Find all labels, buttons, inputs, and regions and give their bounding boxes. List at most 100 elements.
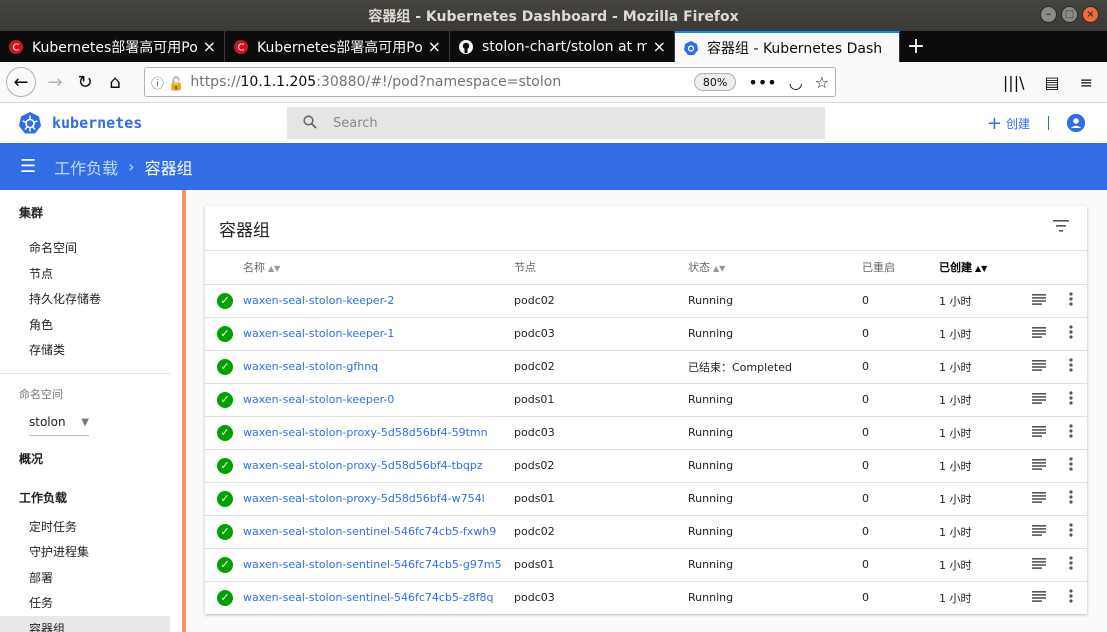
forward-button[interactable]: → xyxy=(40,67,70,97)
sidebar-item-overview[interactable]: 概况 xyxy=(0,450,182,467)
close-tab-icon[interactable]: × xyxy=(203,37,216,56)
pod-name-link[interactable]: waxen-seal-stolon-gfhnq xyxy=(243,360,378,373)
pod-name-link[interactable]: waxen-seal-stolon-sentinel-546fc74cb5-fx… xyxy=(243,525,496,538)
sidebar-item-jobs[interactable]: 任务 xyxy=(0,590,182,616)
library-icon[interactable]: |||\ xyxy=(1003,73,1025,92)
sidebar-item-namespaces[interactable]: 命名空间 xyxy=(0,235,182,261)
new-tab-button[interactable]: + xyxy=(900,31,932,62)
close-window-button[interactable]: × xyxy=(1082,6,1099,23)
back-button[interactable]: ← xyxy=(6,67,36,97)
more-vert-icon[interactable] xyxy=(1055,482,1087,516)
url-text[interactable]: https://10.1.1.205:30880/#!/pod?namespac… xyxy=(190,74,694,90)
pod-node: podc02 xyxy=(514,515,688,549)
column-header-status[interactable]: 状态 ▲▼ xyxy=(688,251,862,285)
more-vert-icon[interactable] xyxy=(1055,515,1087,549)
table-row: ✓ waxen-seal-stolon-sentinel-546fc74cb5-… xyxy=(205,581,1087,614)
browser-tab-2[interactable]: C Kubernetes部署高可用Po × xyxy=(225,31,450,62)
browser-tab-1[interactable]: C Kubernetes部署高可用Po × xyxy=(0,31,225,62)
card-header: 容器组 xyxy=(205,206,1087,251)
pod-age: 1 小时 xyxy=(939,383,1023,417)
minimize-button[interactable]: – xyxy=(1040,6,1057,23)
search-placeholder: Search xyxy=(333,115,378,131)
pod-name-link[interactable]: waxen-seal-stolon-sentinel-546fc74cb5-z8… xyxy=(243,591,494,604)
sidebar-item-roles[interactable]: 角色 xyxy=(0,312,182,338)
sidebar-item-deployments[interactable]: 部署 xyxy=(0,565,182,591)
more-vert-icon[interactable] xyxy=(1055,317,1087,351)
more-vert-icon[interactable] xyxy=(1055,416,1087,450)
page-actions-icon[interactable]: ••• xyxy=(748,73,776,92)
pods-card: 容器组 名称 ▲▼ 节点 状态 ▲▼ 已重启 已创建 ▲▼ ✓ waxen-se… xyxy=(205,206,1087,614)
more-vert-icon[interactable] xyxy=(1055,284,1087,318)
close-tab-icon[interactable]: × xyxy=(428,37,441,56)
check-circle-icon: ✓ xyxy=(217,556,233,573)
browser-tab-3[interactable]: stolon-chart/stolon at m × xyxy=(450,31,675,62)
logs-icon[interactable] xyxy=(1023,416,1055,450)
more-vert-icon[interactable] xyxy=(1055,350,1087,384)
kubernetes-logo[interactable]: kubernetes xyxy=(18,111,142,135)
pocket-icon[interactable]: ◡ xyxy=(789,73,803,92)
url-bar[interactable]: ⓘ 🔓 https://10.1.1.205:30880/#!/pod?name… xyxy=(144,67,836,97)
column-header-name[interactable]: 名称 ▲▼ xyxy=(243,251,514,285)
check-circle-icon: ✓ xyxy=(217,325,233,342)
pod-name-link[interactable]: waxen-seal-stolon-proxy-5d58d56bf4-tbqpz xyxy=(243,459,483,472)
browser-tab-4[interactable]: 容器组 - Kubernetes Dash xyxy=(675,31,900,62)
logs-icon[interactable] xyxy=(1023,383,1055,417)
breadcrumb-parent[interactable]: 工作负载 xyxy=(54,155,118,179)
maximize-button[interactable]: □ xyxy=(1061,6,1078,23)
pod-node: pods01 xyxy=(514,383,688,417)
logs-icon[interactable] xyxy=(1023,350,1055,384)
check-circle-icon: ✓ xyxy=(217,523,233,540)
more-vert-icon[interactable] xyxy=(1055,581,1087,614)
pod-name-link[interactable]: waxen-seal-stolon-sentinel-546fc74cb5-g9… xyxy=(243,558,502,571)
pod-restarts: 0 xyxy=(862,416,939,450)
namespace-select[interactable]: stolon ▼ xyxy=(29,410,89,436)
sidebar-item-cronjobs[interactable]: 定时任务 xyxy=(0,514,182,540)
sidebar-heading-workloads[interactable]: 工作负载 xyxy=(0,489,182,506)
filter-icon[interactable] xyxy=(1053,220,1069,232)
sidebar-item-pods[interactable]: 容器组 xyxy=(0,615,170,632)
bookmark-star-icon[interactable]: ☆ xyxy=(815,73,829,92)
sidebar-heading-cluster[interactable]: 集群 xyxy=(0,204,182,221)
tab-label: Kubernetes部署高可用Po xyxy=(257,39,422,56)
table-header-row: 名称 ▲▼ 节点 状态 ▲▼ 已重启 已创建 ▲▼ xyxy=(205,251,1087,285)
hamburger-menu-icon[interactable]: ☰ xyxy=(20,156,36,177)
pod-restarts: 0 xyxy=(862,317,939,351)
sidebar-item-storage-classes[interactable]: 存储类 xyxy=(0,337,182,363)
logs-icon[interactable] xyxy=(1023,482,1055,516)
brand-name: kubernetes xyxy=(52,114,143,132)
sidebar-item-nodes[interactable]: 节点 xyxy=(0,261,182,287)
more-vert-icon[interactable] xyxy=(1055,548,1087,582)
pod-restarts: 0 xyxy=(862,284,939,318)
pod-name-link[interactable]: waxen-seal-stolon-proxy-5d58d56bf4-w754l xyxy=(243,492,485,505)
page-toolbar: ☰ 工作负载 › 容器组 xyxy=(0,143,1107,190)
logs-icon[interactable] xyxy=(1023,449,1055,483)
main-content: 容器组 名称 ▲▼ 节点 状态 ▲▼ 已重启 已创建 ▲▼ ✓ waxen-se… xyxy=(186,190,1107,632)
site-info-icon[interactable]: ⓘ 🔓 xyxy=(151,73,184,92)
search-input[interactable]: Search xyxy=(287,107,825,139)
logs-icon[interactable] xyxy=(1023,317,1055,351)
close-tab-icon[interactable]: × xyxy=(653,37,666,56)
pod-name-link[interactable]: waxen-seal-stolon-keeper-0 xyxy=(243,393,394,406)
more-vert-icon[interactable] xyxy=(1055,383,1087,417)
zoom-indicator[interactable]: 80% xyxy=(693,73,737,91)
csdn-icon: C xyxy=(233,39,249,55)
logs-icon[interactable] xyxy=(1023,581,1055,614)
logs-icon[interactable] xyxy=(1023,284,1055,318)
sidebar-item-daemonsets[interactable]: 守护进程集 xyxy=(0,539,182,565)
sidebar-toggle-icon[interactable]: ▤ xyxy=(1044,73,1059,92)
logs-icon[interactable] xyxy=(1023,515,1055,549)
account-icon[interactable] xyxy=(1067,114,1085,132)
create-button[interactable]: + 创建 xyxy=(987,113,1030,134)
more-vert-icon[interactable] xyxy=(1055,449,1087,483)
column-header-created[interactable]: 已创建 ▲▼ xyxy=(939,251,1023,285)
pod-restarts: 0 xyxy=(862,350,939,384)
navigation-bar: ← → ↻ ⌂ ⓘ 🔓 https://10.1.1.205:30880/#!/… xyxy=(0,62,1107,103)
reload-button[interactable]: ↻ xyxy=(70,67,100,97)
sidebar-item-persistent-volumes[interactable]: 持久化存储卷 xyxy=(0,286,182,312)
pod-name-link[interactable]: waxen-seal-stolon-keeper-2 xyxy=(243,294,394,307)
menu-icon[interactable]: ≡ xyxy=(1080,73,1093,92)
home-button[interactable]: ⌂ xyxy=(100,67,130,97)
logs-icon[interactable] xyxy=(1023,548,1055,582)
pod-name-link[interactable]: waxen-seal-stolon-proxy-5d58d56bf4-59tmn xyxy=(243,426,488,439)
pod-name-link[interactable]: waxen-seal-stolon-keeper-1 xyxy=(243,327,394,340)
